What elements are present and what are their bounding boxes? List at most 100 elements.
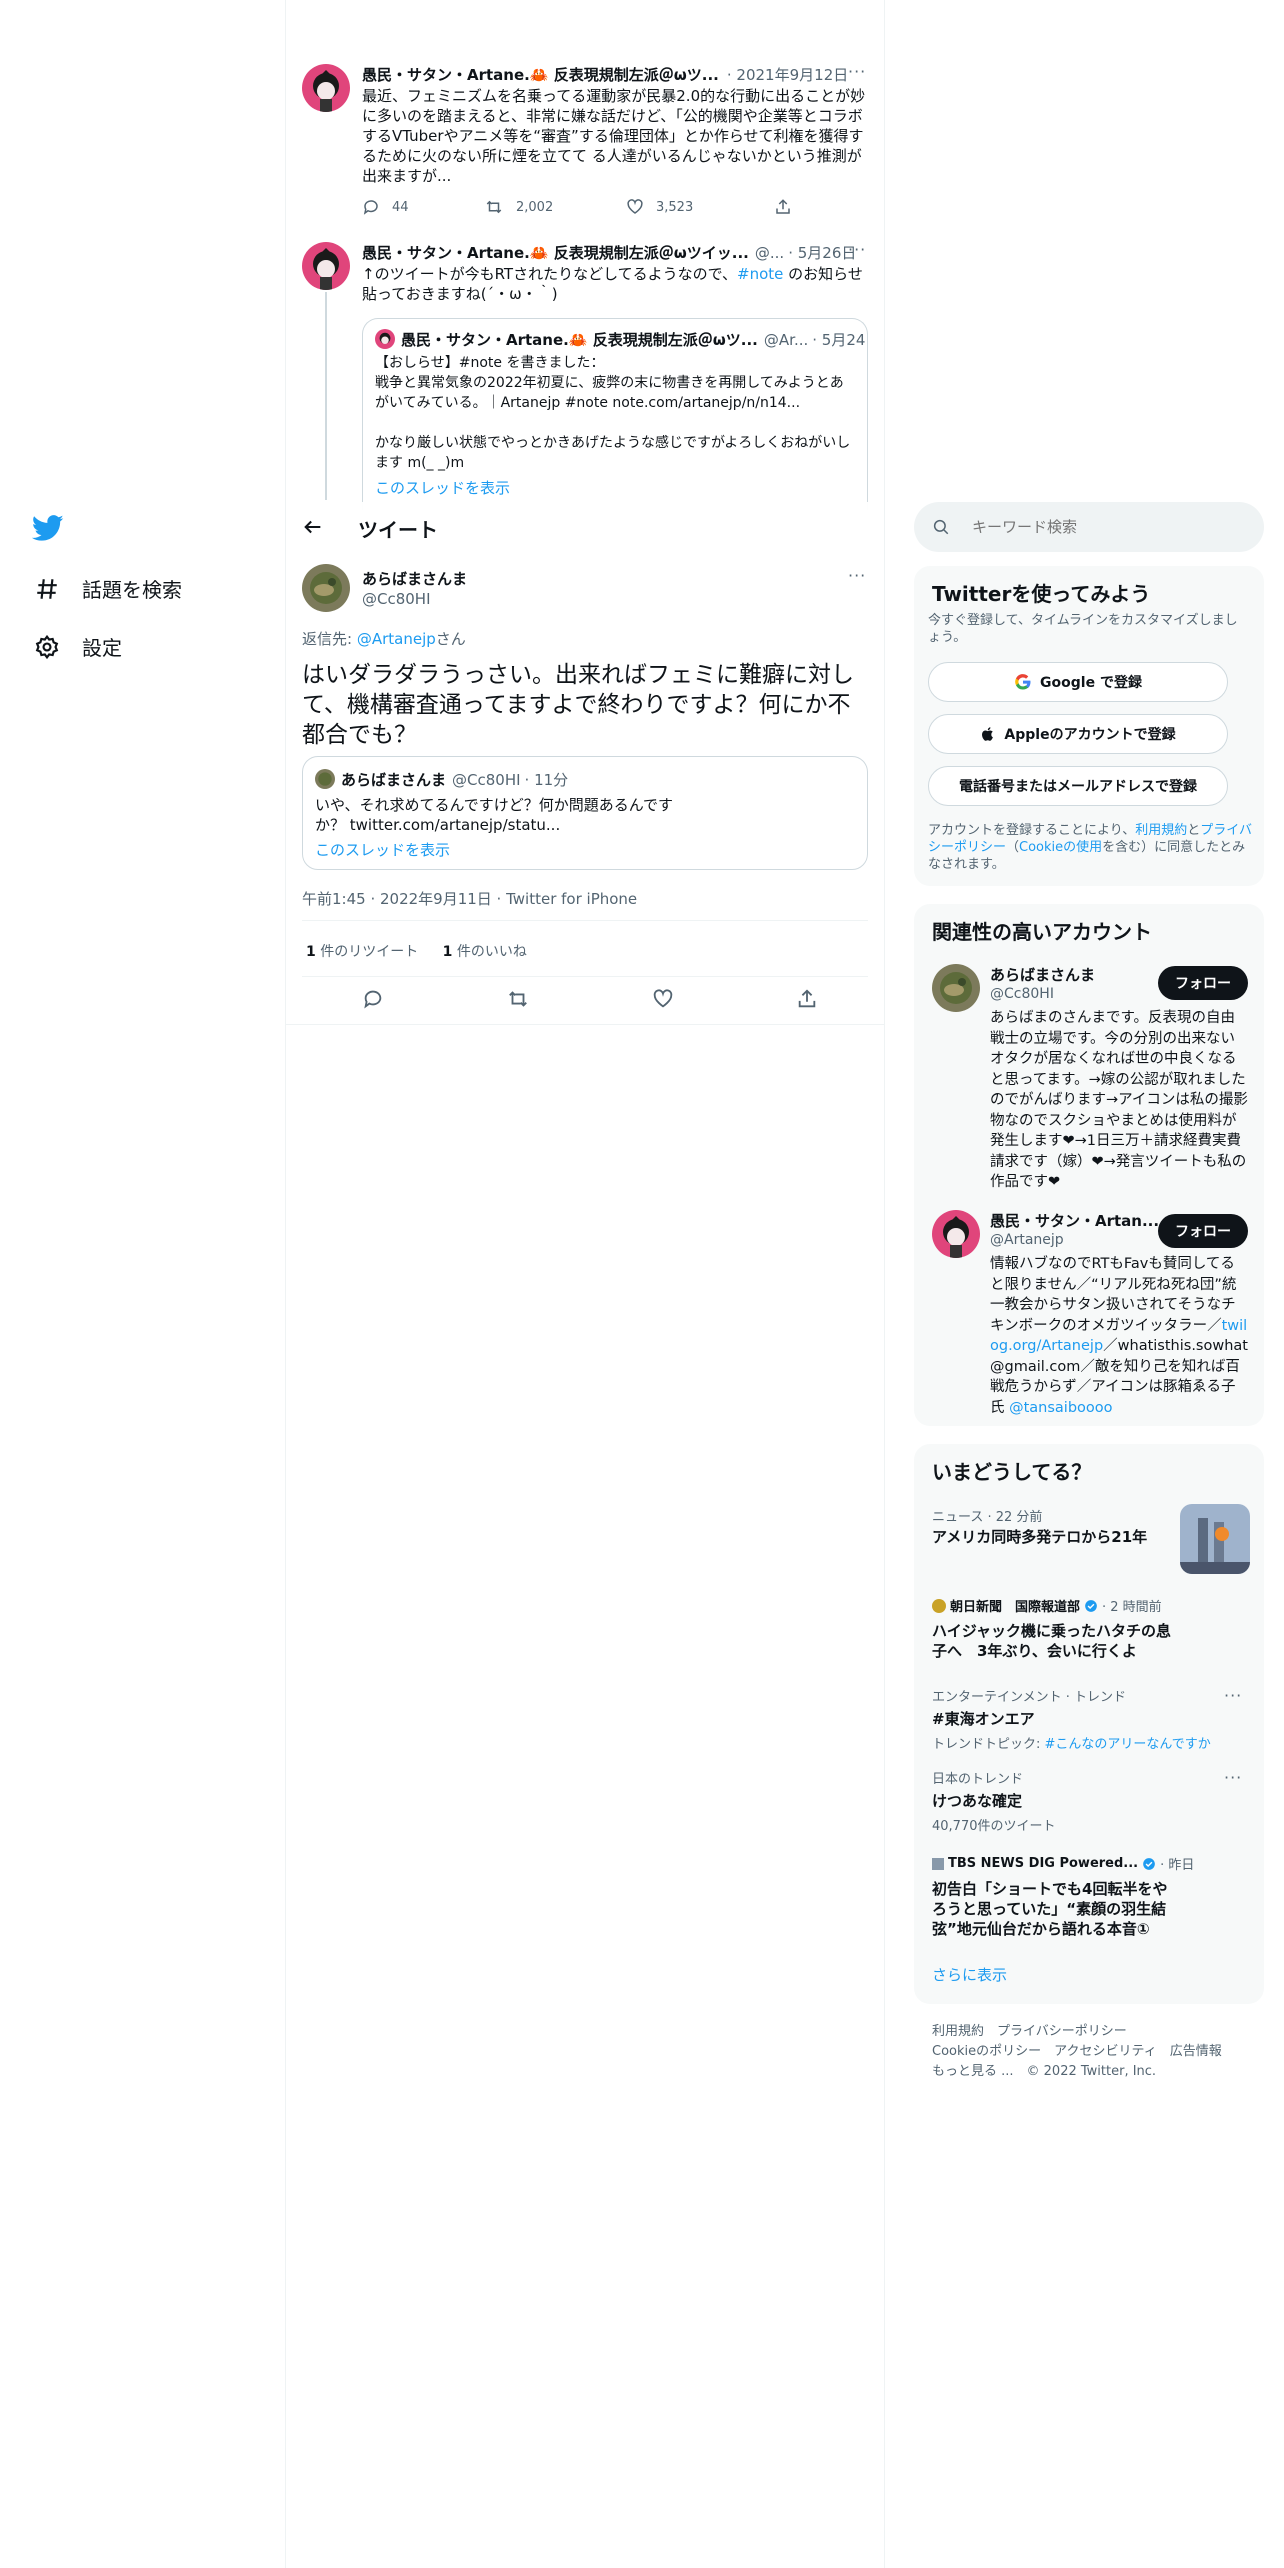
related-title: 関連性の高いアカウント — [932, 920, 1152, 944]
apple-icon — [980, 725, 996, 743]
trends-title: いまどうしてる？ — [932, 1460, 1092, 1484]
quote-header: あらばまさんま @Cc80HI · 11分 — [341, 769, 568, 790]
hashtag-link[interactable]: #note — [737, 265, 783, 283]
trend-item[interactable]: 朝日新聞 国際報道部 · 2 時間前 ハイジャック機に乗ったハタチの息子へ 3年… — [932, 1596, 1252, 1661]
trend-topic-link[interactable]: #こんなのアリーなんですか — [1045, 1737, 1211, 1752]
more-options-icon[interactable]: ··· — [848, 240, 866, 259]
tweet-header: 愚民・サタン・Artane.🦀 反表現規制左派＠ωツ... · 2021年9月1… — [362, 64, 848, 85]
avatar[interactable] — [302, 64, 350, 112]
retweet-icon — [484, 198, 504, 216]
trend-item[interactable]: エンターテインメント · トレンド #東海オンエア トレンドトピック: #こんな… — [932, 1686, 1252, 1752]
footer-links[interactable]: 利用規約 プライバシーポリシー — [932, 2020, 1127, 2039]
nav-settings[interactable]: 設定 — [34, 632, 122, 661]
reply-to: 返信先: @Artanejpさん — [302, 628, 466, 649]
footer-links[interactable]: Cookieのポリシー アクセシビリティ 広告情報 — [932, 2040, 1222, 2059]
search-input[interactable] — [972, 518, 1232, 536]
follow-button[interactable]: フォロー — [1158, 1214, 1248, 1248]
avatar[interactable] — [302, 242, 350, 290]
trend-item[interactable]: 日本のトレンド けつあな確定 40,770件のツイート — [932, 1768, 1252, 1834]
show-more-link[interactable]: さらに表示 — [932, 1964, 1007, 1985]
show-thread-link[interactable]: このスレッドを表示 — [375, 477, 510, 498]
heart-icon[interactable] — [652, 988, 674, 1010]
divider — [286, 1024, 884, 1025]
more-options-icon[interactable]: ··· — [848, 566, 866, 585]
avatar — [315, 769, 335, 789]
more-options-icon[interactable]: ··· — [848, 62, 866, 81]
like-count: 3,523 — [656, 199, 694, 215]
avatar — [375, 329, 395, 349]
show-thread-link[interactable]: このスレッドを表示 — [315, 839, 450, 860]
main-column-divider — [884, 0, 885, 2568]
tweet-timestamp[interactable]: 午前1:45 · 2022年9月11日 · Twitter for iPhone — [302, 888, 637, 909]
account-name[interactable]: 愚民・サタン・Artan... — [990, 1210, 1159, 1231]
reply-to-handle[interactable]: @Artanejp — [357, 630, 436, 648]
tweet-handle[interactable]: @... — [755, 244, 784, 262]
account-handle[interactable]: @Cc80HI — [990, 986, 1054, 1002]
hashtag-icon — [34, 576, 60, 602]
divider — [302, 976, 868, 977]
retweet-stat-label: 件のリツイート — [315, 944, 419, 960]
avatar[interactable] — [932, 964, 980, 1012]
avatar[interactable] — [932, 1210, 980, 1258]
search-icon — [932, 518, 950, 536]
like-stat[interactable]: 1 件のいいね — [443, 944, 527, 960]
search-bar[interactable] — [914, 502, 1264, 552]
quoted-tweet[interactable]: 愚民・サタン・Artane.🦀 反表現規制左派＠ωツ... @Ar... · 5… — [362, 318, 868, 510]
tweet-author-name[interactable]: あらばまさんま — [362, 568, 467, 589]
trend-title: ハイジャック機に乗ったハタチの息子へ 3年ぶり、会いに行くよ — [932, 1622, 1171, 1660]
account-name[interactable]: あらばまさんま — [990, 964, 1095, 985]
google-signup-button[interactable]: Google で登録 — [928, 662, 1228, 702]
divider — [302, 920, 868, 921]
quote-text: いや、それ求めてるんですけど？何か問題あるんですか？ twitter.com/a… — [315, 796, 674, 834]
twitter-logo-icon[interactable] — [32, 512, 64, 544]
share-icon[interactable] — [796, 988, 818, 1010]
footer-links[interactable]: もっと見る ... © 2022 Twitter, Inc. — [932, 2060, 1156, 2079]
tweet-date[interactable]: · 2021年9月12日 — [727, 64, 848, 85]
signup-card: Twitterを使ってみよう 今すぐ登録して、タイムラインをカスタマイズしましょ… — [914, 566, 1264, 886]
quoted-tweet[interactable]: あらばまさんま @Cc80HI · 11分 いや、それ求めてるんですけど？何か問… — [302, 756, 868, 870]
quote-handle: @Cc80HI — [452, 770, 521, 789]
trends-card: いまどうしてる？ ニュース · 22 分前 アメリカ同時多発テロから21年 朝日… — [914, 1444, 1264, 2004]
retweet-stat[interactable]: 1 件のリツイート — [306, 944, 418, 960]
cookie-link[interactable]: Cookieの使用 — [1019, 840, 1102, 855]
quote-header: 愚民・サタン・Artane.🦀 反表現規制左派＠ωツ... @Ar... · 5… — [401, 329, 867, 350]
quote-line: 戦争と異常気象の2022年初夏に、疲弊の末に物書きを再開してみようとあがいてみて… — [375, 375, 844, 411]
reply-button[interactable]: 44 — [362, 198, 484, 216]
reply-to-suffix: さん — [435, 630, 466, 648]
terms-link[interactable]: 利用規約 — [1135, 823, 1187, 838]
signup-title: Twitterを使ってみよう — [932, 582, 1151, 606]
follow-button[interactable]: フォロー — [1158, 966, 1248, 1000]
avatar[interactable] — [302, 564, 350, 612]
main-tweet-text: はいダラダラうっさい。出来ればフェミに難癖に対して、機構審査通ってますよで終わり… — [302, 662, 854, 748]
retweet-button[interactable]: 2,002 — [484, 198, 626, 216]
phone-email-signup-button[interactable]: 電話番号またはメールアドレスで登録 — [928, 766, 1228, 806]
account-handle[interactable]: @Artanejp — [990, 1232, 1064, 1248]
quote-author-name: 愚民・サタン・Artane.🦀 反表現規制左派＠ωツ... — [401, 331, 758, 349]
reply-to-prefix: 返信先: — [302, 630, 357, 648]
nav-explore[interactable]: 話題を検索 — [34, 574, 182, 603]
tweet-actions: 44 2,002 3,523 — [362, 198, 792, 216]
phone-email-signup-label: 電話番号またはメールアドレスで登録 — [959, 779, 1197, 795]
more-options-icon[interactable]: ··· — [1224, 1686, 1242, 1705]
thread-line — [325, 292, 327, 500]
tweet-author-name[interactable]: 愚民・サタン・Artane.🦀 反表現規制左派＠ωツイッ... — [362, 242, 749, 263]
terms-text: と — [1187, 823, 1201, 838]
more-options-icon[interactable]: ··· — [1224, 1768, 1242, 1787]
heart-icon — [626, 198, 644, 216]
reply-icon[interactable] — [362, 988, 384, 1010]
tweet-date[interactable]: · 5月26日 — [788, 242, 856, 263]
engagement-stats: 1 件のリツイート 1 件のいいね — [306, 941, 527, 961]
trend-item[interactable]: TBS NEWS DIG Powered... · 昨日 初告白「ショートでも4… — [932, 1854, 1252, 1939]
like-button[interactable]: 3,523 — [626, 198, 774, 216]
retweet-icon[interactable] — [506, 988, 530, 1010]
share-icon — [774, 198, 792, 216]
bio-mention-link[interactable]: @tansaiboooo — [1009, 1400, 1112, 1416]
apple-signup-button[interactable]: Appleのアカウントで登録 — [928, 714, 1228, 754]
back-arrow-icon[interactable] — [302, 516, 324, 538]
trend-title: 初告白「ショートでも4回転半をやろうと思っていた」“素顔の羽生結弦”地元仙台だか… — [932, 1880, 1168, 1938]
tweet-handle[interactable]: @Cc80HI — [362, 590, 431, 608]
share-button[interactable] — [774, 198, 792, 216]
tweet-author-name[interactable]: 愚民・サタン・Artane.🦀 反表現規制左派＠ωツ... — [362, 64, 719, 85]
nav-explore-label: 話題を検索 — [82, 578, 182, 602]
quote-author-name: あらばまさんま — [341, 771, 447, 789]
